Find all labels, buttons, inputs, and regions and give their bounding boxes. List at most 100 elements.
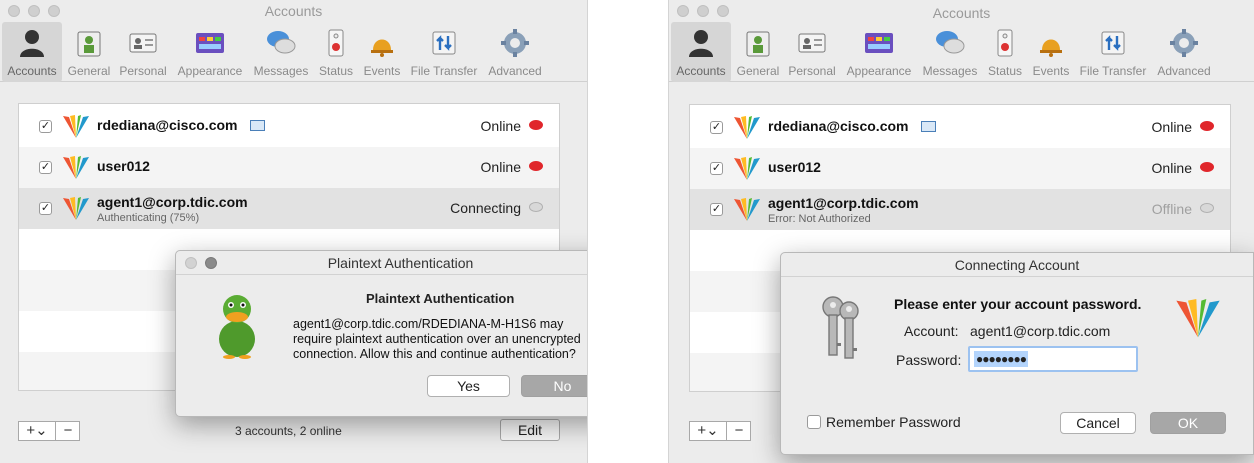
account-status: Online [1151, 119, 1192, 135]
account-substatus: Authenticating (75%) [97, 212, 200, 224]
no-button[interactable]: No [521, 375, 587, 397]
file-transfer-icon [1101, 31, 1125, 55]
adium-logo-icon [63, 156, 89, 179]
online-bubble-icon [1200, 162, 1214, 172]
account-status: Online [1151, 160, 1192, 176]
toolbar-general[interactable]: General [733, 22, 783, 82]
appearance-icon [196, 33, 224, 53]
ok-button[interactable]: OK [1150, 412, 1226, 434]
accounts-window-right: Accounts Accounts General Personal Appea… [668, 0, 1254, 463]
window-title: Accounts [932, 5, 991, 21]
preferences-toolbar: Accounts General Personal Appearance Mes… [669, 22, 1254, 82]
add-remove-buttons: +⌄ − [18, 421, 80, 441]
toolbar-advanced[interactable]: Advanced [486, 22, 544, 82]
toolbar-events[interactable]: Events [1029, 22, 1073, 82]
account-row[interactable]: ✓ agent1@corp.tdic.com Error: Not Author… [690, 189, 1230, 230]
status-icon [997, 29, 1013, 57]
enable-account-checkbox[interactable]: ✓ [710, 203, 723, 216]
messages-icon [936, 31, 965, 54]
events-icon [371, 39, 393, 57]
toolbar-appearance[interactable]: Appearance [174, 22, 246, 82]
edit-button[interactable]: Edit [500, 419, 560, 441]
add-remove-buttons: +⌄ − [689, 421, 751, 441]
personal-icon [798, 33, 826, 53]
advanced-icon [501, 29, 529, 57]
account-status: Connecting [450, 200, 521, 216]
advanced-icon [1170, 29, 1198, 57]
add-account-button[interactable]: +⌄ [690, 422, 726, 440]
adium-duck-icon [219, 295, 255, 359]
online-bubble-icon [1200, 121, 1214, 131]
account-row[interactable]: ✓ rdediana@cisco.com Online [690, 107, 1230, 148]
dialog-close-button[interactable] [185, 257, 197, 269]
adium-logo-icon [63, 115, 89, 138]
remember-password-checkbox[interactable] [807, 415, 821, 429]
toolbar-status[interactable]: Status [985, 22, 1025, 82]
toolbar-personal[interactable]: Personal [116, 22, 170, 82]
enable-account-checkbox[interactable]: ✓ [39, 161, 52, 174]
online-bubble-icon [529, 161, 543, 171]
dialog-heading: Plaintext Authentication [366, 291, 515, 306]
offline-bubble-icon [529, 202, 543, 212]
enable-account-checkbox[interactable]: ✓ [39, 202, 52, 215]
plaintext-auth-dialog: Plaintext Authentication Plaintext Authe… [175, 250, 587, 417]
account-name: agent1@corp.tdic.com [768, 195, 919, 211]
yes-button[interactable]: Yes [427, 375, 510, 397]
accounts-window-left: Accounts Accounts General Personal Appea… [0, 0, 588, 463]
enable-account-checkbox[interactable]: ✓ [710, 162, 723, 175]
general-icon [77, 31, 101, 57]
dialog-message: agent1@corp.tdic.com/RDEDIANA-M-H1S6 may… [293, 317, 581, 362]
personal-icon [129, 33, 157, 53]
cancel-button[interactable]: Cancel [1060, 412, 1136, 434]
account-row[interactable]: ✓ user012 Online [19, 147, 559, 188]
account-name: rdediana@cisco.com [97, 117, 238, 133]
account-name: user012 [768, 159, 821, 175]
account-status: Online [480, 118, 521, 134]
toolbar-events[interactable]: Events [360, 22, 404, 82]
account-row[interactable]: ✓ agent1@corp.tdic.com Authenticating (7… [19, 188, 559, 229]
enable-account-checkbox[interactable]: ✓ [710, 121, 723, 134]
accounts-icon [689, 30, 713, 57]
password-value: ●●●●●●●● [974, 351, 1028, 367]
toolbar-accounts[interactable]: Accounts [671, 22, 731, 82]
adium-logo-icon [734, 157, 760, 180]
account-name: rdediana@cisco.com [768, 118, 909, 134]
general-icon [746, 31, 770, 57]
dialog-heading: Please enter your account password. [894, 296, 1142, 312]
adium-logo-icon [63, 197, 89, 220]
window-title: Accounts [264, 3, 323, 19]
toolbar-general[interactable]: General [64, 22, 114, 82]
account-status: Offline [1151, 201, 1192, 217]
toolbar-accounts[interactable]: Accounts [2, 22, 62, 82]
toolbar-messages[interactable]: Messages [250, 22, 312, 82]
remember-password-label: Remember Password [826, 414, 961, 430]
dialog-minimize-button[interactable] [205, 257, 217, 269]
add-account-button[interactable]: +⌄ [19, 422, 55, 440]
appearance-icon [865, 33, 893, 53]
toolbar-file-transfer[interactable]: File Transfer [1075, 22, 1151, 82]
toolbar-appearance[interactable]: Appearance [843, 22, 915, 82]
online-bubble-icon [529, 120, 543, 130]
account-name: user012 [97, 158, 150, 174]
account-row[interactable]: ✓ user012 Online [690, 148, 1230, 189]
keychain-icon [822, 296, 859, 359]
account-name: agent1@corp.tdic.com [97, 194, 248, 210]
toolbar-file-transfer[interactable]: File Transfer [406, 22, 482, 82]
enable-account-checkbox[interactable]: ✓ [39, 120, 52, 133]
password-input[interactable]: ●●●●●●●● [968, 346, 1138, 372]
offline-bubble-icon [1200, 203, 1214, 213]
toolbar-advanced[interactable]: Advanced [1155, 22, 1213, 82]
account-status: Online [480, 159, 521, 175]
toolbar-personal[interactable]: Personal [785, 22, 839, 82]
dialog-message-line: require plaintext authentication over an… [293, 332, 581, 346]
status-icon [328, 29, 344, 57]
toolbar-messages[interactable]: Messages [919, 22, 981, 82]
remove-account-button[interactable]: − [56, 422, 80, 440]
remove-account-button[interactable]: − [727, 422, 751, 440]
account-row[interactable]: ✓ rdediana@cisco.com Online [19, 106, 559, 147]
adium-logo-icon [734, 116, 760, 139]
account-label: Account: [904, 323, 959, 339]
dialog-title: Connecting Account [781, 253, 1253, 277]
toolbar-status[interactable]: Status [316, 22, 356, 82]
password-label: Password: [896, 352, 962, 368]
